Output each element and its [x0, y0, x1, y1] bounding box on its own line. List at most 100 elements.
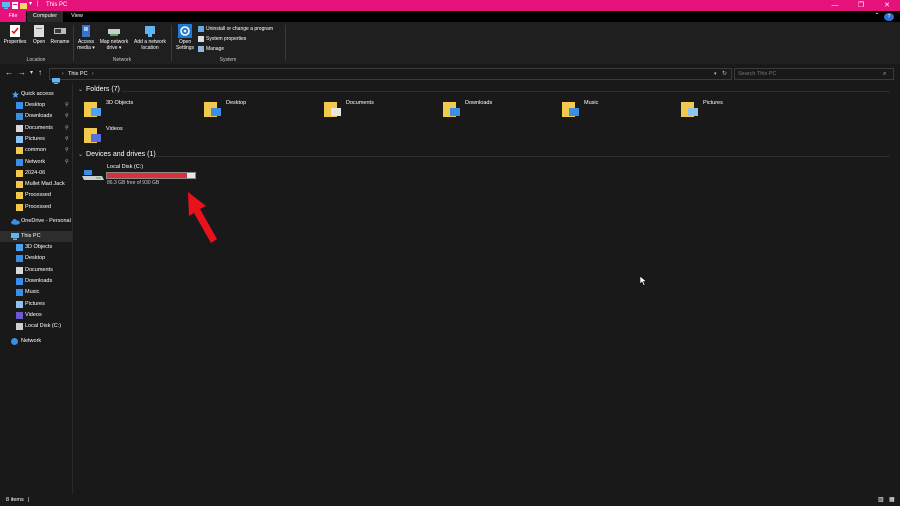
nav-item[interactable]: Pictures ⚲ [0, 134, 72, 145]
new-folder-quick-icon[interactable] [20, 2, 27, 9]
pin-icon: ⚲ [65, 113, 69, 120]
add-network-location-button[interactable]: Add a network location [131, 24, 169, 51]
nav-item[interactable]: Documents [0, 265, 72, 276]
pictures-icon [16, 135, 23, 143]
forward-arrow-icon[interactable]: → [18, 68, 26, 78]
system-properties-button[interactable]: System properties [198, 35, 246, 43]
refresh-icon[interactable]: ↻ [722, 69, 727, 79]
minimize-button[interactable]: — [822, 0, 848, 11]
manage-button[interactable]: Manage [198, 45, 224, 53]
rename-button[interactable]: Rename [50, 24, 70, 45]
pictures-folder-icon [681, 102, 698, 117]
drive-icon [82, 170, 104, 180]
group-divider [156, 156, 890, 157]
add-network-location-icon [145, 26, 155, 37]
open-settings-button[interactable]: Open Settings [174, 24, 196, 51]
ribbon-tab-bar: File Computer View ⌃ ? [0, 11, 900, 22]
drive-free-space: 86.3 GB free of 930 GB [107, 180, 160, 186]
open-label: Open [32, 39, 46, 45]
properties-button[interactable]: Properties [3, 24, 27, 45]
folder-tile[interactable]: Desktop [204, 98, 304, 124]
nav-item[interactable]: Desktop ⚲ [0, 100, 72, 111]
nav-quick-access[interactable]: Quick access [0, 89, 72, 100]
address-bar[interactable]: › This PC › ▾ ↻ [49, 68, 732, 84]
nav-item[interactable]: Mullet Mad Jack [0, 179, 72, 190]
folder-tile[interactable]: Documents [324, 98, 424, 124]
close-button[interactable]: ✕ [874, 0, 900, 11]
up-arrow-icon[interactable]: ↑ [38, 68, 42, 78]
nav-item-label: Processed [25, 192, 51, 199]
nav-item[interactable]: Network ⚲ [0, 157, 72, 168]
nav-network[interactable]: Network [0, 336, 72, 347]
pin-icon: ⚲ [65, 124, 69, 131]
nav-item[interactable]: Videos [0, 310, 72, 321]
nav-item[interactable]: Downloads [0, 276, 72, 287]
nav-item-label: Downloads [25, 277, 53, 284]
desktop-icon [16, 255, 23, 263]
nav-item[interactable]: Pictures [0, 299, 72, 310]
downloads-icon [16, 277, 23, 285]
nav-item-label: Desktop [25, 255, 46, 262]
title-bar: ▾ | This PC — ❐ ✕ [0, 0, 900, 11]
access-media-button[interactable]: Access media ▾ [76, 24, 96, 51]
folder-tile[interactable]: Music [562, 98, 662, 124]
folders-group-header[interactable]: ⌄ Folders (7) [78, 85, 120, 95]
window-title: This PC [46, 2, 68, 8]
search-icon[interactable]: ⌕ [883, 69, 886, 79]
ribbon-separator [285, 25, 286, 61]
tab-computer[interactable]: Computer [27, 11, 63, 22]
maximize-button[interactable]: ❐ [848, 0, 874, 11]
collapse-ribbon-icon[interactable]: ⌃ [872, 11, 882, 22]
gear-icon [178, 24, 192, 38]
status-bar: 8 items | ▥ ▦ [0, 494, 900, 506]
nav-item[interactable]: common ⚲ [0, 145, 72, 156]
help-button[interactable]: ? [884, 12, 894, 21]
map-network-drive-button[interactable]: Map network drive ▾ [97, 24, 131, 51]
nav-item[interactable]: Processed [0, 202, 72, 213]
open-button[interactable]: Open [30, 24, 48, 45]
properties-quick-icon[interactable] [12, 2, 18, 9]
search-input[interactable] [738, 69, 878, 79]
documents-icon [16, 266, 23, 274]
chevron-down-icon: ⌄ [78, 87, 84, 93]
nav-item-label: Pictures [25, 300, 45, 307]
folder-tile[interactable]: Videos [84, 124, 184, 150]
breadcrumb-chevron-icon: › [62, 71, 64, 77]
nav-item[interactable]: 3D Objects [0, 242, 72, 253]
nav-item-label: Network [25, 158, 46, 165]
folder-icon [16, 181, 23, 189]
folder-tile[interactable]: Downloads [443, 98, 543, 124]
devices-group-header[interactable]: ⌄ Devices and drives (1) [78, 150, 156, 160]
details-view-icon[interactable]: ▥ [878, 494, 884, 506]
address-dropdown-icon[interactable]: ▾ [714, 69, 717, 79]
search-box[interactable]: ⌕ [734, 68, 894, 80]
system-properties-label: System properties [206, 36, 247, 42]
nav-item[interactable]: Music [0, 287, 72, 298]
breadcrumb-chevron-icon[interactable]: › [92, 69, 94, 79]
nav-quick-access-label: Quick access [21, 91, 54, 97]
nav-item-label: Documents [25, 266, 53, 273]
nav-this-pc[interactable]: This PC [0, 231, 72, 242]
access-media-label: Access media ▾ [77, 39, 95, 51]
recent-locations-icon[interactable]: ▾ [30, 68, 33, 78]
nav-item[interactable]: Local Disk (C:) [0, 321, 72, 332]
large-icons-view-icon[interactable]: ▦ [889, 494, 895, 506]
nav-item[interactable]: Downloads ⚲ [0, 111, 72, 122]
nav-item[interactable]: Documents ⚲ [0, 123, 72, 134]
folder-tile[interactable]: 3D Objects [84, 98, 184, 124]
nav-item[interactable]: Processed [0, 190, 72, 201]
nav-item[interactable]: 2024-06 [0, 168, 72, 179]
folder-tile[interactable]: Pictures [681, 98, 781, 124]
folder-icon [16, 203, 23, 211]
nav-item-label: Music [25, 289, 40, 296]
drive-tile-local-disk[interactable]: Local Disk (C:) 86.3 GB free of 930 GB [82, 162, 212, 188]
uninstall-program-button[interactable]: Uninstall or change a program [198, 25, 273, 33]
customize-quick-access-icon[interactable]: ▾ [29, 1, 32, 8]
tab-file[interactable]: File [0, 11, 26, 22]
nav-item[interactable]: Desktop [0, 253, 72, 264]
address-row: ← → ▾ ↑ › This PC › ▾ ↻ ⌕ [0, 65, 900, 84]
back-arrow-icon[interactable]: ← [5, 68, 13, 78]
tab-view[interactable]: View [64, 11, 90, 22]
breadcrumb[interactable]: This PC [68, 69, 88, 79]
nav-onedrive[interactable]: OneDrive - Personal [0, 216, 72, 227]
